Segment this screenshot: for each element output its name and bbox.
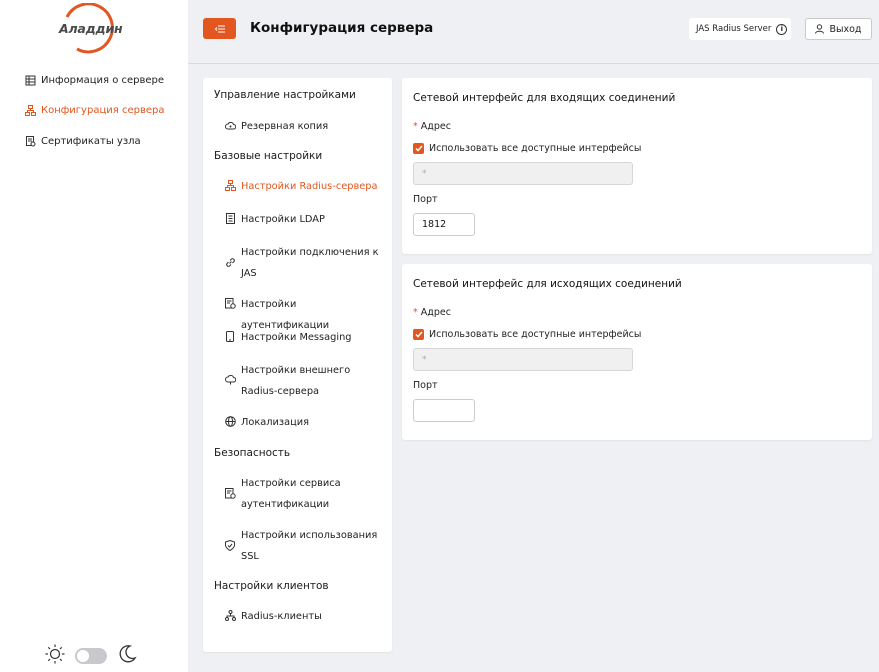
logout-label: Выход bbox=[829, 23, 862, 35]
server-name-chip: JAS Radius Server i bbox=[689, 18, 791, 40]
group-title-basic-settings: Базовые настройки bbox=[214, 150, 323, 162]
tree-item-label: Настройки сервиса аутентификации bbox=[241, 478, 341, 510]
tree-item-ssl[interactable]: Настройки использования SSL bbox=[224, 525, 381, 567]
group-title-settings-management: Управление настройками bbox=[214, 89, 356, 101]
checkbox-label: Использовать все доступные интерфейсы bbox=[429, 329, 642, 340]
network-icon bbox=[224, 179, 236, 191]
certificate-icon bbox=[24, 135, 36, 147]
menu-collapse-icon bbox=[214, 25, 225, 32]
tree-item-label: Настройки внешнего Radius-сервера bbox=[241, 365, 351, 397]
port-input[interactable] bbox=[413, 399, 475, 422]
tree-item-label: Настройки LDAP bbox=[241, 214, 325, 225]
theme-toggle[interactable] bbox=[75, 647, 107, 664]
tree-item-jas-connection[interactable]: Настройки подключения к JAS bbox=[224, 242, 381, 284]
port-input[interactable]: 1812 bbox=[413, 213, 475, 236]
outgoing-interface-card: Сетевой интерфейс для исходящих соединен… bbox=[402, 264, 872, 440]
toggle-knob bbox=[77, 649, 89, 662]
logout-button[interactable]: Выход bbox=[805, 18, 872, 40]
tree-item-radius-clients[interactable]: Radius-клиенты bbox=[224, 606, 381, 627]
tree-item-label: Настройки использования SSL bbox=[241, 530, 378, 562]
theme-switcher bbox=[45, 644, 137, 667]
menu-toggle-button[interactable] bbox=[203, 18, 236, 39]
clients-icon bbox=[224, 609, 236, 621]
tree-item-backup[interactable]: Резервная копия bbox=[224, 116, 381, 137]
auth-doc-icon bbox=[224, 297, 236, 309]
group-title-security: Безопасность bbox=[214, 447, 291, 459]
tree-item-label: Настройки подключения к JAS bbox=[241, 247, 379, 279]
settings-tree: Управление настройками Резервная копия Б… bbox=[203, 78, 392, 652]
tree-item-ldap[interactable]: Настройки LDAP bbox=[224, 209, 381, 230]
card-title: Сетевой интерфейс для входящих соединени… bbox=[413, 92, 676, 104]
globe-icon bbox=[224, 415, 236, 427]
cloud-backup-icon bbox=[224, 119, 236, 131]
port-label: Порт bbox=[413, 380, 438, 391]
sidebar-item-server-info[interactable]: Информация о сервере bbox=[24, 72, 164, 88]
checkbox-checked-icon[interactable] bbox=[413, 329, 424, 340]
info-icon[interactable]: i bbox=[776, 23, 788, 35]
auth-doc-icon bbox=[224, 487, 236, 499]
required-mark: * bbox=[413, 307, 418, 318]
sun-icon[interactable] bbox=[45, 644, 65, 667]
tree-item-label: Настройки Radius-сервера bbox=[241, 181, 378, 192]
server-name: JAS Radius Server bbox=[696, 24, 772, 34]
address-label: * Адрес bbox=[413, 307, 451, 318]
required-mark: * bbox=[413, 121, 418, 132]
cloud-server-icon bbox=[224, 374, 236, 386]
checkbox-label: Использовать все доступные интерфейсы bbox=[429, 143, 642, 154]
tree-item-label: Настройки Messaging bbox=[241, 332, 352, 343]
logo-text: Аладдин bbox=[59, 21, 123, 36]
sidebar-item-label: Сертификаты узла bbox=[41, 135, 141, 147]
book-icon bbox=[224, 212, 236, 224]
sidebar-nav: Информация о сервере Конфигурация сервер… bbox=[24, 72, 164, 164]
tree-item-auth-service[interactable]: Настройки сервиса аутентификации bbox=[224, 473, 381, 515]
tree-item-label: Локализация bbox=[241, 417, 310, 428]
sidebar-item-server-config[interactable]: Конфигурация сервера bbox=[24, 103, 164, 119]
aladdin-logo[interactable]: Аладдин bbox=[55, 2, 127, 55]
sidebar-item-label: Информация о сервере bbox=[41, 74, 165, 86]
sidebar-item-certificates[interactable]: Сертификаты узла bbox=[24, 133, 164, 149]
address-label: * Адрес bbox=[413, 121, 451, 132]
server-info-icon bbox=[24, 74, 36, 86]
shield-icon bbox=[224, 539, 236, 551]
group-title-client-settings: Настройки клиентов bbox=[214, 580, 329, 592]
address-input[interactable]: * bbox=[413, 162, 633, 185]
top-header: Конфигурация сервера JAS Radius Server i… bbox=[188, 0, 879, 64]
network-config-icon bbox=[24, 105, 36, 117]
checkbox-checked-icon[interactable] bbox=[413, 143, 424, 154]
tree-item-label: Radius-клиенты bbox=[241, 611, 322, 622]
card-title: Сетевой интерфейс для исходящих соединен… bbox=[413, 278, 682, 290]
sidebar: Аладдин Информация о сервере Конфигураци… bbox=[0, 0, 188, 672]
tree-item-localization[interactable]: Локализация bbox=[224, 412, 381, 433]
use-all-interfaces-checkbox[interactable]: Использовать все доступные интерфейсы bbox=[413, 329, 641, 340]
tree-item-external-radius[interactable]: Настройки внешнего Radius-сервера bbox=[224, 360, 381, 402]
tree-item-radius-server[interactable]: Настройки Radius-сервера bbox=[224, 176, 381, 197]
address-input[interactable]: * bbox=[413, 348, 633, 371]
link-icon bbox=[224, 256, 236, 268]
user-icon bbox=[815, 24, 825, 34]
sidebar-item-label: Конфигурация сервера bbox=[41, 105, 165, 116]
tree-item-label: Резервная копия bbox=[241, 121, 329, 132]
port-label: Порт bbox=[413, 194, 438, 205]
use-all-interfaces-checkbox[interactable]: Использовать все доступные интерфейсы bbox=[413, 143, 641, 154]
phone-icon bbox=[224, 330, 236, 342]
tree-item-messaging[interactable]: Настройки Messaging bbox=[224, 327, 381, 348]
incoming-interface-card: Сетевой интерфейс для входящих соединени… bbox=[402, 78, 872, 254]
page-title: Конфигурация сервера bbox=[250, 20, 434, 36]
moon-icon[interactable] bbox=[117, 644, 137, 667]
